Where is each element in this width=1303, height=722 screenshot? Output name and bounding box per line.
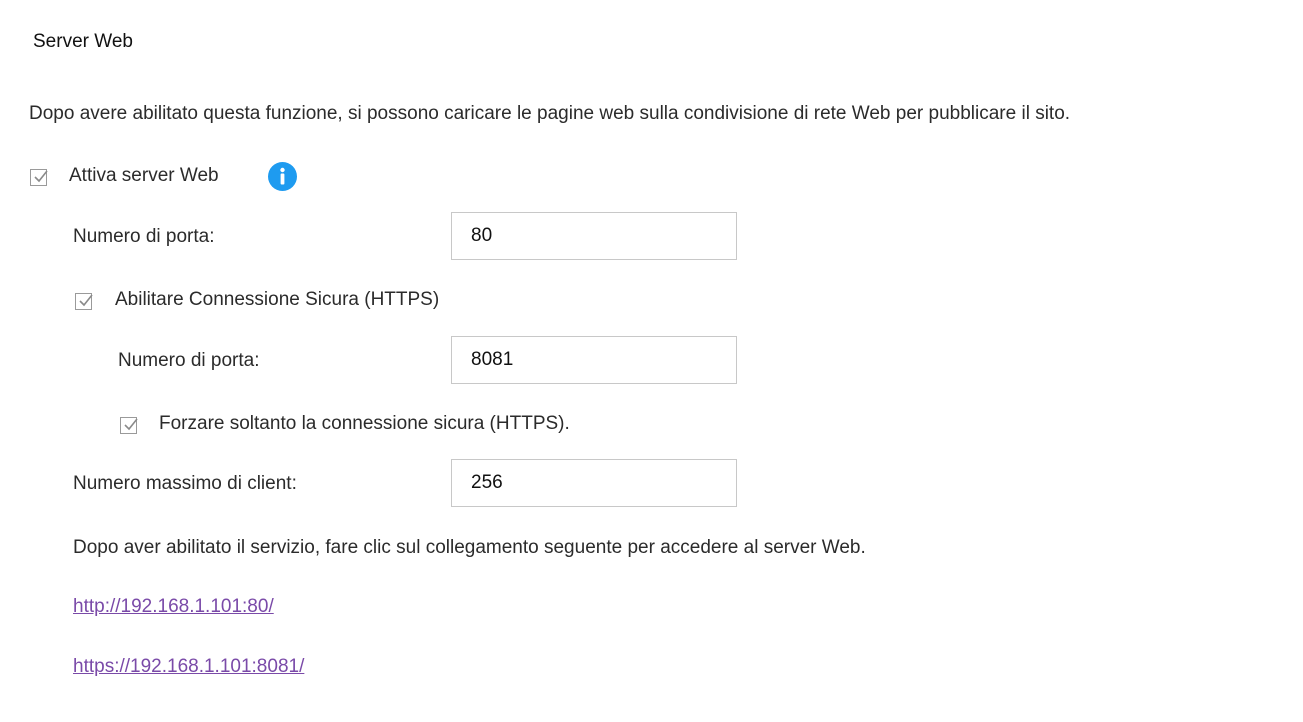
max-clients-label: Numero massimo di client: xyxy=(73,473,297,494)
http-link[interactable]: http://192.168.1.101:80/ xyxy=(73,596,274,618)
https-port-label: Numero di porta: xyxy=(118,350,260,371)
info-icon[interactable] xyxy=(268,162,297,191)
enable-web-server-checkbox[interactable] xyxy=(30,169,48,186)
checkmark-icon xyxy=(124,418,138,431)
checkmark-icon xyxy=(79,294,93,307)
links-intro: Dopo aver abilitato il servizio, fare cl… xyxy=(73,537,866,558)
https-port-input[interactable] xyxy=(451,336,737,384)
enable-web-server-label[interactable]: Attiva server Web xyxy=(69,165,219,187)
http-port-input[interactable] xyxy=(451,212,737,260)
enable-https-checkbox[interactable] xyxy=(75,293,93,310)
http-port-label: Numero di porta: xyxy=(73,226,215,247)
section-title: Server Web xyxy=(33,31,133,52)
max-clients-input[interactable] xyxy=(451,459,737,507)
force-https-checkbox[interactable] xyxy=(120,417,138,434)
checkmark-icon xyxy=(34,170,48,183)
section-description: Dopo avere abilitato questa funzione, si… xyxy=(29,103,1071,124)
force-https-label[interactable]: Forzare soltanto la connessione sicura (… xyxy=(159,413,570,435)
https-link[interactable]: https://192.168.1.101:8081/ xyxy=(73,656,304,678)
enable-https-label[interactable]: Abilitare Connessione Sicura (HTTPS) xyxy=(115,289,439,311)
